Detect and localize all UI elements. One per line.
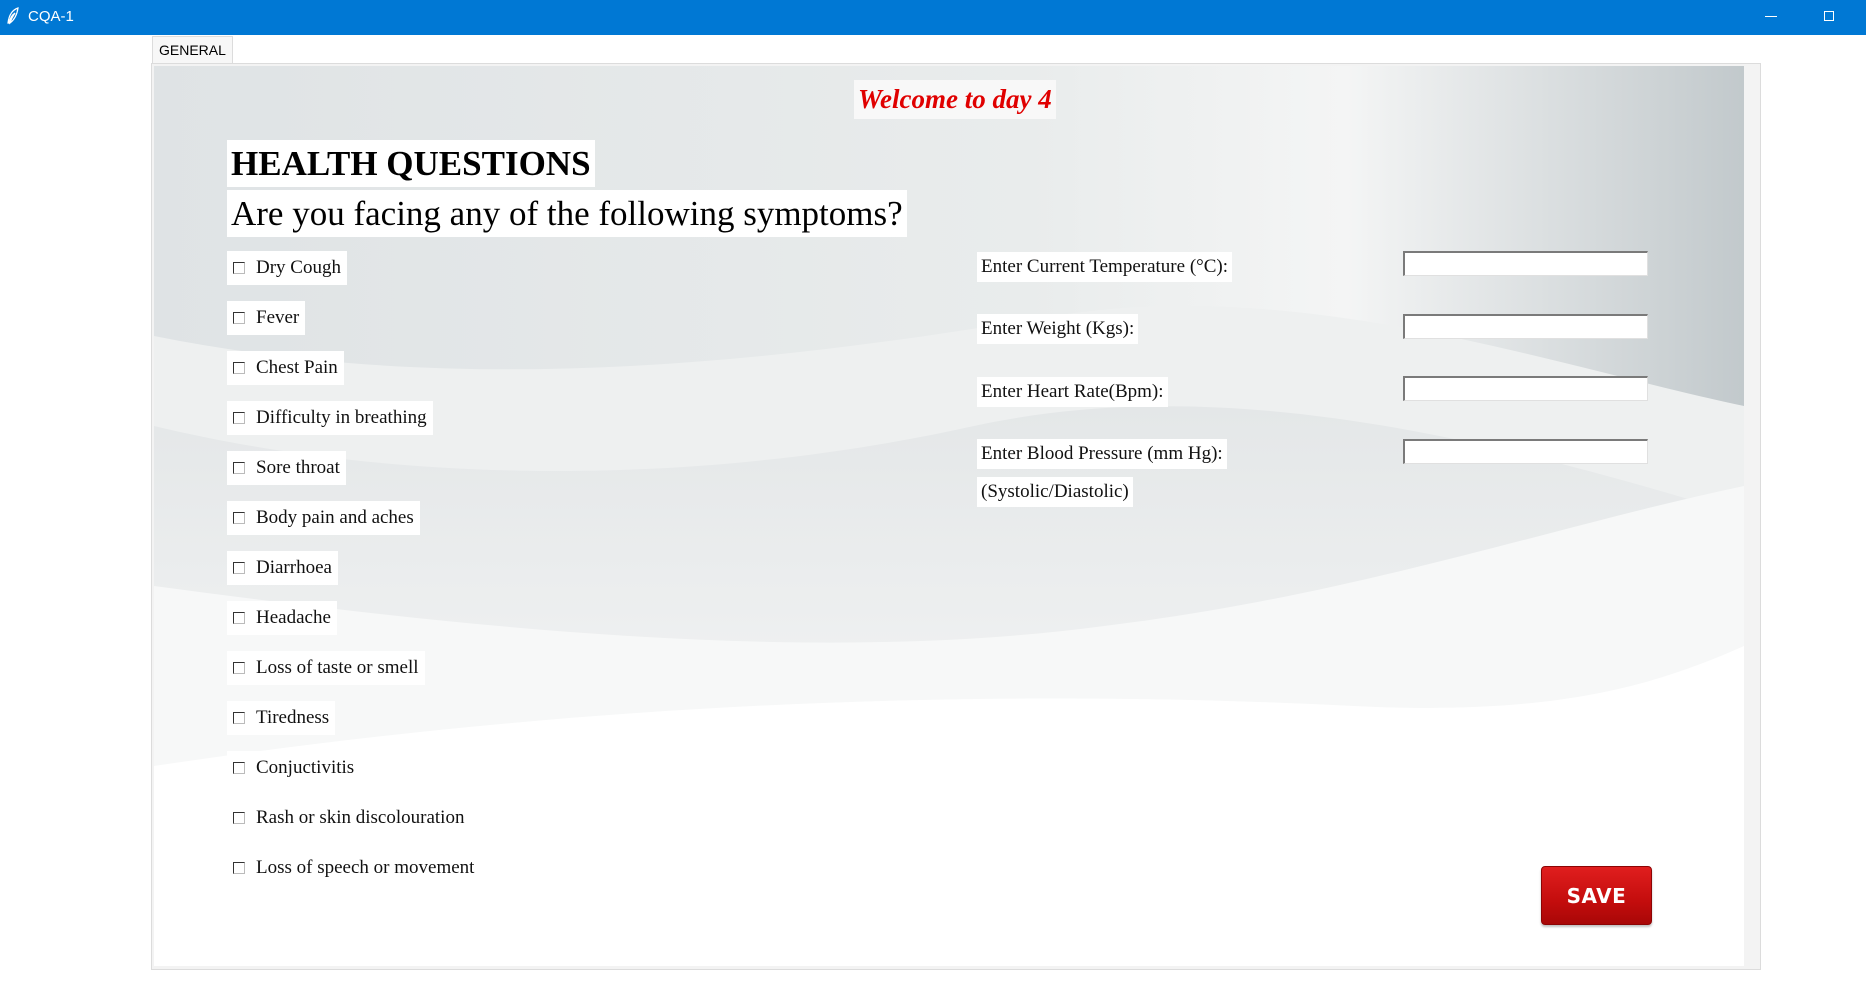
symptom-label: Chest Pain	[256, 357, 338, 378]
symptom-label: Difficulty in breathing	[256, 407, 427, 428]
weight-label: Enter Weight (Kgs):	[977, 314, 1139, 344]
symptom-label: Body pain and aches	[256, 507, 414, 528]
symptom-checkbox-sore-throat[interactable]: Sore throat	[227, 451, 346, 485]
symptom-label: Conjuctivitis	[256, 757, 355, 778]
checkbox-icon[interactable]	[233, 262, 245, 274]
checkbox-icon[interactable]	[233, 662, 245, 674]
blood-pressure-label: Enter Blood Pressure (mm Hg):	[977, 439, 1227, 469]
temperature-label: Enter Current Temperature (°C):	[977, 252, 1233, 282]
symptom-label: Headache	[256, 607, 331, 628]
save-button[interactable]: SAVE	[1541, 866, 1652, 925]
symptom-label: Diarrhoea	[256, 557, 332, 578]
symptom-label: Loss of speech or movement	[256, 857, 475, 878]
checkbox-icon[interactable]	[233, 512, 245, 524]
checkbox-icon[interactable]	[233, 712, 245, 724]
symptom-label: Tiredness	[256, 707, 330, 728]
page-title: HEALTH QUESTIONS	[227, 140, 595, 187]
symptom-checkbox-rash[interactable]: Rash or skin discolouration	[227, 801, 471, 835]
heart-rate-input[interactable]	[1403, 376, 1648, 401]
symptom-checkbox-loss-taste-smell[interactable]: Loss of taste or smell	[227, 651, 425, 685]
symptom-checkbox-tiredness[interactable]: Tiredness	[227, 701, 336, 735]
symptom-checkbox-dry-cough[interactable]: Dry Cough	[227, 251, 347, 285]
maximize-icon	[1824, 11, 1834, 21]
symptom-checkbox-fever[interactable]: Fever	[227, 301, 306, 335]
blood-pressure-input[interactable]	[1403, 439, 1648, 464]
general-panel: Welcome to day 4 HEALTH QUESTIONS Are yo…	[154, 66, 1744, 966]
heart-rate-label: Enter Heart Rate(Bpm):	[977, 377, 1168, 407]
symptom-checkbox-diarrhoea[interactable]: Diarrhoea	[227, 551, 338, 585]
minimize-icon	[1765, 15, 1777, 17]
checkbox-icon[interactable]	[233, 612, 245, 624]
checkbox-icon[interactable]	[233, 362, 245, 374]
symptom-label: Loss of taste or smell	[256, 657, 419, 678]
checkbox-icon[interactable]	[233, 412, 245, 424]
checkbox-icon[interactable]	[233, 462, 245, 474]
tab-general[interactable]: GENERAL	[152, 36, 233, 63]
feather-icon	[6, 7, 20, 25]
checkbox-icon[interactable]	[233, 812, 245, 824]
symptom-checkbox-conjuctivitis[interactable]: Conjuctivitis	[227, 751, 361, 785]
symptom-checkbox-body-pain[interactable]: Body pain and aches	[227, 501, 420, 535]
symptom-label: Dry Cough	[256, 257, 341, 278]
symptom-checkbox-chest-pain[interactable]: Chest Pain	[227, 351, 344, 385]
symptom-label: Rash or skin discolouration	[256, 807, 465, 828]
minimize-button[interactable]	[1742, 0, 1800, 32]
checkbox-icon[interactable]	[233, 562, 245, 574]
tab-strip: GENERAL	[152, 36, 1760, 64]
symptom-checkbox-headache[interactable]: Headache	[227, 601, 337, 635]
window-title: CQA-1	[28, 8, 74, 25]
maximize-button[interactable]	[1800, 0, 1858, 32]
symptom-checkbox-loss-speech[interactable]: Loss of speech or movement	[227, 851, 481, 885]
checkbox-icon[interactable]	[233, 762, 245, 774]
symptom-label: Sore throat	[256, 457, 340, 478]
weight-input[interactable]	[1403, 314, 1648, 339]
symptoms-question: Are you facing any of the following symp…	[227, 190, 907, 237]
symptom-checkbox-difficulty-breathing[interactable]: Difficulty in breathing	[227, 401, 433, 435]
blood-pressure-hint: (Systolic/Diastolic)	[977, 477, 1133, 507]
checkbox-icon[interactable]	[233, 312, 245, 324]
window-titlebar: CQA-1	[0, 0, 1866, 35]
symptom-label: Fever	[256, 307, 300, 328]
checkbox-icon[interactable]	[233, 862, 245, 874]
temperature-input[interactable]	[1403, 251, 1648, 276]
welcome-message: Welcome to day 4	[854, 80, 1056, 119]
